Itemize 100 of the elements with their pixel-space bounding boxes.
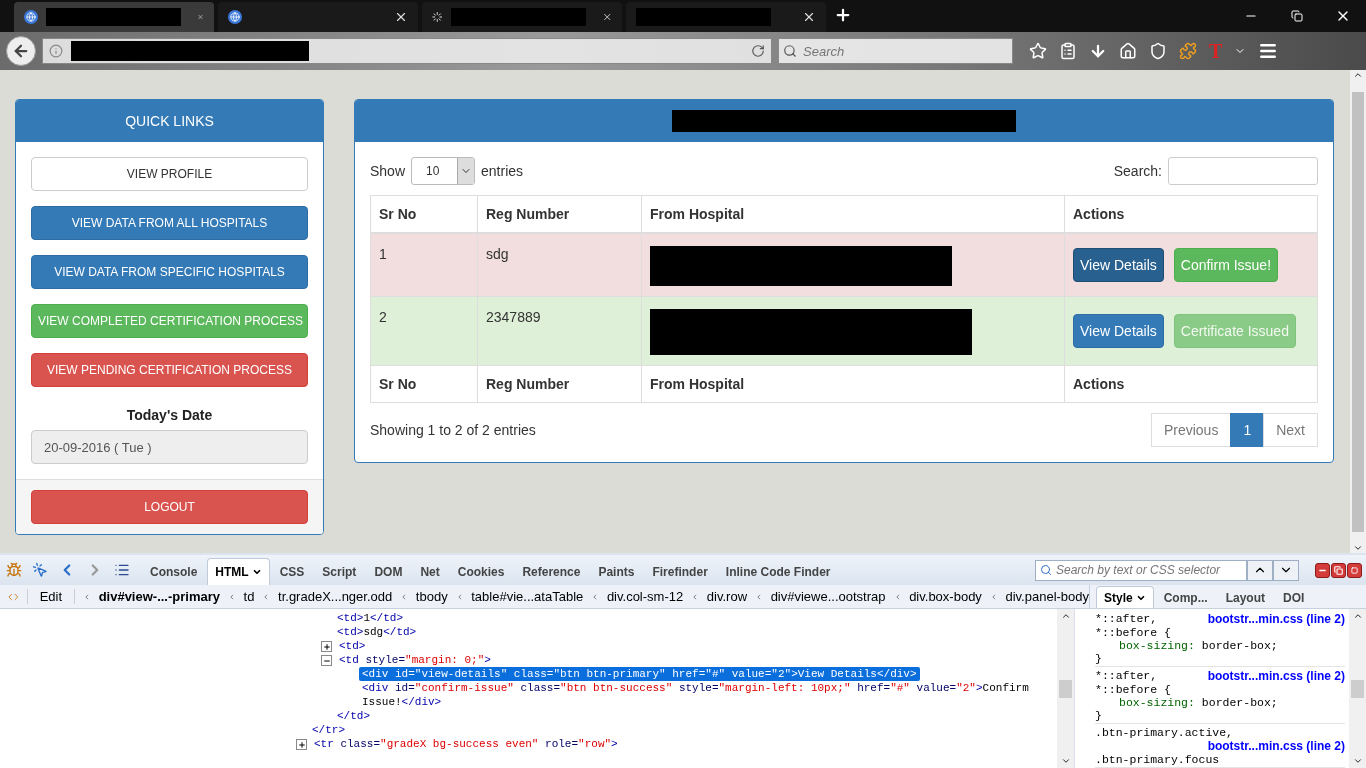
side-tab[interactable]: Style bbox=[1096, 586, 1154, 608]
closing-brace: } bbox=[1095, 709, 1103, 722]
table-info: Showing 1 to 2 of 2 entries bbox=[370, 422, 536, 438]
scroll-up-icon bbox=[1353, 70, 1363, 80]
nav-button[interactable]: VIEW PROFILE bbox=[31, 157, 308, 191]
code-line[interactable]: <td>sdg</td> bbox=[334, 625, 420, 639]
command-line-icon[interactable] bbox=[114, 562, 130, 578]
devtools-tab[interactable]: Inline Code Finder bbox=[717, 558, 839, 585]
detach-button[interactable] bbox=[1331, 562, 1346, 578]
devtools-tab[interactable]: DOM bbox=[366, 558, 411, 585]
page-button[interactable]: 1 bbox=[1230, 413, 1265, 447]
breadcrumb[interactable]: tr.gradeX...nger.odd bbox=[278, 589, 393, 604]
scrollbar[interactable] bbox=[1349, 609, 1366, 768]
shield-icon[interactable] bbox=[1149, 42, 1167, 60]
css-selector: *::after, bbox=[1095, 669, 1158, 683]
source-link[interactable]: bootstr...min.css (line 2) bbox=[1207, 739, 1345, 753]
action-button[interactable]: View Details bbox=[1073, 314, 1164, 348]
chevron-icon bbox=[83, 591, 91, 602]
column-footer: Actions bbox=[1064, 365, 1318, 403]
plus-icon bbox=[297, 740, 306, 749]
page-button[interactable]: Previous bbox=[1150, 413, 1232, 447]
scroll-thumb[interactable] bbox=[1059, 679, 1072, 698]
breadcrumb[interactable]: table#vie...ataTable bbox=[471, 589, 584, 604]
search-field[interactable]: Search bbox=[778, 38, 1013, 64]
side-tab[interactable]: DOI bbox=[1275, 586, 1313, 608]
breadcrumb[interactable]: div#view-...-primary bbox=[98, 589, 220, 604]
breadcrumb[interactable]: div.panel-body bbox=[1005, 589, 1089, 604]
scrollbar[interactable] bbox=[1057, 609, 1074, 768]
expand-toggle[interactable] bbox=[321, 641, 332, 652]
back-button[interactable] bbox=[6, 36, 36, 66]
inspect-icon[interactable] bbox=[32, 562, 48, 578]
page-button[interactable]: Next bbox=[1263, 413, 1318, 447]
nav-button[interactable]: VIEW PENDING CERTIFICATION PROCESS bbox=[31, 353, 308, 387]
code-line[interactable]: <td>1</td> bbox=[334, 611, 407, 625]
collapse-toggle[interactable] bbox=[321, 655, 332, 666]
breadcrumb[interactable]: div#viewe...ootstrap bbox=[770, 589, 886, 604]
nav-button[interactable]: VIEW DATA FROM SPECIFIC HOSPITALS bbox=[31, 255, 308, 289]
scrollbar[interactable] bbox=[1350, 70, 1366, 553]
breadcrumb[interactable]: td bbox=[243, 589, 255, 604]
star-icon[interactable] bbox=[1029, 42, 1047, 60]
devtools-tab[interactable]: Script bbox=[314, 558, 365, 585]
chevron-icon bbox=[591, 591, 599, 602]
devtools-tab[interactable]: CSS bbox=[271, 558, 313, 585]
globe-icon bbox=[228, 10, 242, 24]
source-link[interactable]: bootstr...min.css (line 2) bbox=[1207, 612, 1345, 626]
edit-button[interactable]: Edit bbox=[26, 589, 76, 604]
devtools-tab[interactable]: Firefinder bbox=[644, 558, 716, 585]
devtools-tab[interactable]: Paints bbox=[590, 558, 643, 585]
address-field[interactable] bbox=[42, 38, 772, 64]
menu-icon[interactable] bbox=[1258, 41, 1279, 61]
entries-select[interactable]: 10 bbox=[411, 157, 476, 185]
css-selector: *::before { bbox=[1095, 683, 1171, 696]
date-field[interactable]: 20-09-2016 ( Tue ) bbox=[31, 430, 308, 464]
browser-tab[interactable] bbox=[218, 2, 418, 32]
close-icon[interactable] bbox=[802, 10, 816, 24]
code-line[interactable]: <td style="margin: 0;"> bbox=[336, 653, 494, 667]
download-icon[interactable] bbox=[1089, 42, 1107, 60]
logout-button[interactable]: LOGOUT bbox=[31, 490, 308, 524]
search-field[interactable]: Search by text or CSS selector bbox=[1035, 559, 1247, 581]
devtools-tab[interactable]: Reference bbox=[514, 558, 589, 585]
nav-button[interactable]: VIEW DATA FROM ALL HOSPITALS bbox=[31, 206, 308, 240]
code-line[interactable]: <div id="confirm-issue" class="btn btn-success" style="margin-left: 10px;" href="#" value="2">Confirm Issue!</div> bbox=[359, 681, 1057, 709]
breadcrumb[interactable]: div.box-body bbox=[909, 589, 982, 604]
code-line[interactable]: <td> bbox=[336, 639, 369, 653]
puzzle-icon[interactable] bbox=[1179, 42, 1197, 60]
bug-icon[interactable] bbox=[6, 562, 22, 578]
side-tab[interactable]: Comp... bbox=[1155, 586, 1216, 608]
action-button[interactable]: View Details bbox=[1073, 248, 1164, 282]
scroll-down-icon bbox=[1353, 543, 1363, 553]
column-footer: Sr No bbox=[370, 365, 478, 403]
chevron-icon bbox=[400, 591, 408, 602]
code-line[interactable]: <tr class="gradeX bg-success even" role="row"> bbox=[311, 737, 621, 751]
scroll-thumb[interactable] bbox=[1352, 91, 1364, 532]
css-selector: .btn-primary.focus bbox=[1095, 753, 1220, 766]
reload-icon[interactable] bbox=[751, 44, 765, 58]
home-icon[interactable] bbox=[1119, 42, 1137, 60]
search-icon bbox=[783, 44, 797, 58]
column-footer: From Hospital bbox=[641, 365, 1065, 403]
breadcrumb[interactable]: div.row bbox=[706, 589, 748, 604]
devtools-tab[interactable]: Net bbox=[412, 558, 448, 585]
column-footer: Reg Number bbox=[477, 365, 642, 403]
next-button[interactable] bbox=[1273, 559, 1299, 581]
breadcrumb[interactable]: div.col-sm-12 bbox=[606, 589, 684, 604]
expand-toggle[interactable] bbox=[296, 739, 307, 750]
browser-tab[interactable] bbox=[14, 2, 214, 32]
chevron-icon bbox=[228, 591, 236, 602]
devtools-tab[interactable]: Cookies bbox=[449, 558, 513, 585]
search-field[interactable] bbox=[1168, 157, 1318, 185]
previous-button[interactable] bbox=[1247, 559, 1273, 581]
devtools-tab[interactable]: Console bbox=[142, 558, 206, 585]
list-icon[interactable] bbox=[1059, 42, 1077, 60]
breadcrumb[interactable]: tbody bbox=[415, 589, 448, 604]
plus-icon bbox=[322, 642, 331, 651]
devtools-tab[interactable]: HTML bbox=[207, 558, 270, 585]
scroll-thumb[interactable] bbox=[1351, 679, 1364, 698]
panel-title: QUICK LINKS bbox=[125, 113, 214, 129]
source-link[interactable]: bootstr...min.css (line 2) bbox=[1207, 669, 1345, 683]
close-icon[interactable] bbox=[394, 10, 408, 24]
minimize-button[interactable] bbox=[1315, 562, 1330, 578]
side-tab[interactable]: Layout bbox=[1217, 586, 1274, 608]
